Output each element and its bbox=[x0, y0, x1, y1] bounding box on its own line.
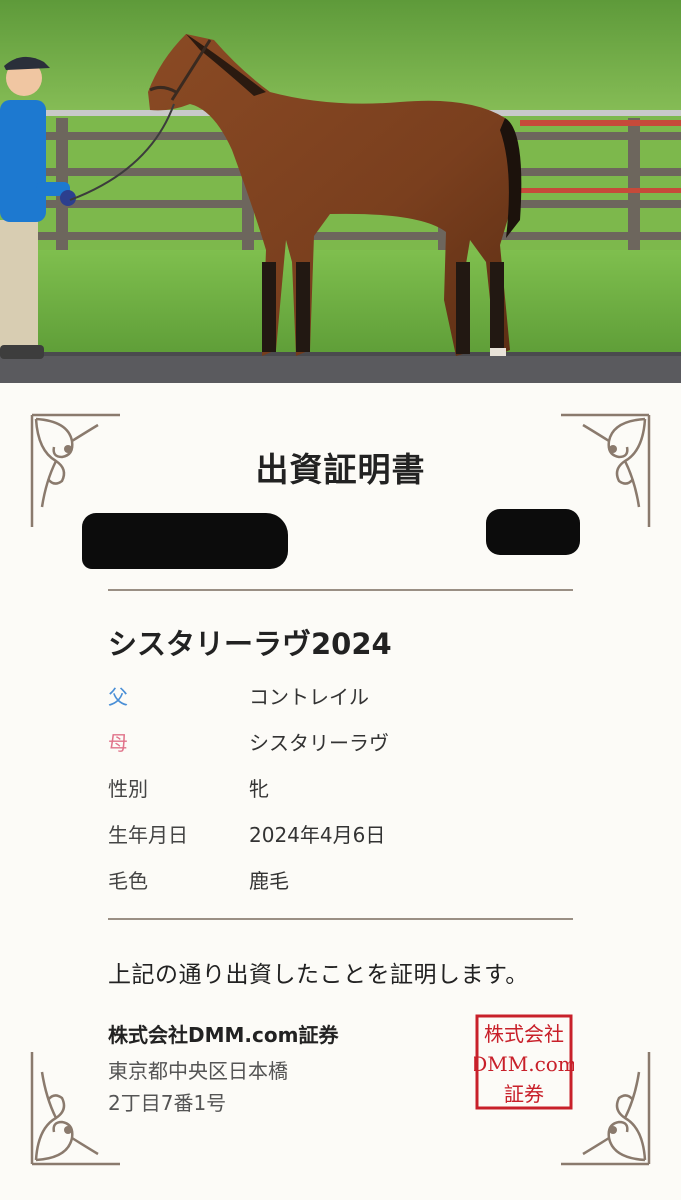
divider-top bbox=[108, 589, 573, 591]
svg-text:証券: 証券 bbox=[504, 1082, 544, 1106]
info-row: 父 コントレイル bbox=[108, 681, 573, 711]
company-seal-icon: 株式会社 DMM.com 証券 bbox=[474, 1014, 574, 1110]
info-label: 母 bbox=[108, 731, 128, 755]
redacted-name bbox=[82, 513, 288, 569]
certificate-panel: 出資証明書 シスタリーラヴ2024 父 コントレイル母 シスタリーラヴ性別 牝生年月日… bbox=[0, 383, 681, 1200]
svg-text:株式会社: 株式会社 bbox=[484, 1022, 564, 1046]
info-value: 鹿毛 bbox=[249, 869, 289, 893]
certificate-title: 出資証明書 bbox=[255, 450, 426, 489]
info-label: 性別 bbox=[108, 777, 148, 801]
info-row: 毛色 鹿毛 bbox=[108, 865, 573, 895]
info-label: 父 bbox=[108, 685, 128, 709]
info-label: 毛色 bbox=[108, 869, 148, 893]
horse-photo-image bbox=[0, 0, 681, 383]
info-value: シスタリーラヴ bbox=[249, 731, 389, 755]
info-row: 性別 牝 bbox=[108, 773, 573, 803]
info-value: コントレイル bbox=[249, 685, 369, 709]
info-label: 生年月日 bbox=[108, 823, 188, 847]
company-address-line2: 2丁目7番1号 bbox=[108, 1091, 227, 1115]
company-name: 株式会社DMM.com証券 bbox=[108, 1023, 339, 1047]
certification-statement: 上記の通り出資したことを証明します。 bbox=[108, 962, 529, 988]
info-value: 2024年4月6日 bbox=[249, 823, 386, 847]
redacted-units bbox=[486, 509, 580, 555]
info-row: 生年月日 2024年4月6日 bbox=[108, 819, 573, 849]
company-address-line1: 東京都中央区日本橋 bbox=[108, 1059, 288, 1083]
divider-bottom bbox=[108, 918, 573, 920]
svg-text:DMM.com: DMM.com bbox=[474, 1052, 574, 1076]
info-value: 牝 bbox=[249, 777, 269, 801]
horse-name: シスタリーラヴ2024 bbox=[108, 627, 392, 661]
horse-photo bbox=[0, 0, 681, 383]
info-row: 母 シスタリーラヴ bbox=[108, 727, 573, 757]
